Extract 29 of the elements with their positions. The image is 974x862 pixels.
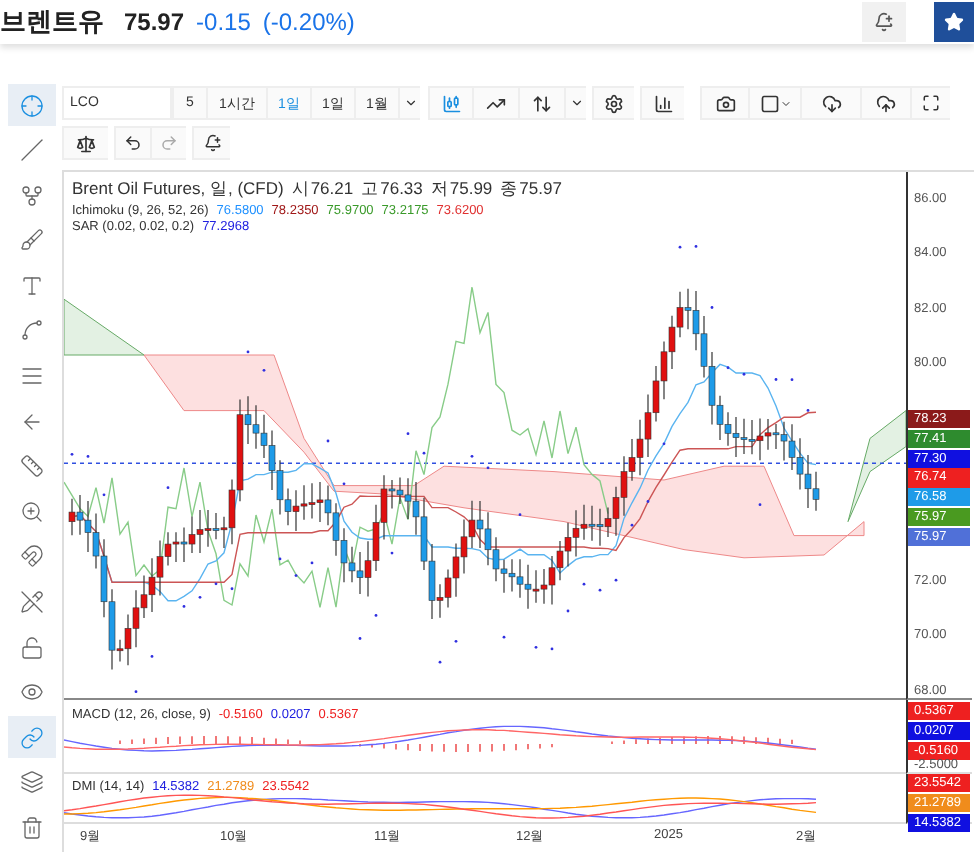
- cloud-download-icon[interactable]: [800, 86, 860, 120]
- indicators-icon[interactable]: [640, 86, 684, 120]
- ohlc-value: 76.21: [310, 178, 354, 202]
- scale-icon[interactable]: [62, 126, 108, 160]
- ohlc-label: 시: [291, 178, 310, 202]
- line-chart-icon[interactable]: [472, 86, 518, 120]
- price-value: 75.97: [124, 8, 185, 36]
- ohlc-label: 고: [361, 178, 380, 202]
- ohlc-value: 75.97: [519, 178, 562, 202]
- price-change: -0.15: [196, 8, 251, 36]
- page-title: 브렌트유: [0, 4, 104, 40]
- ohlc-value: 75.99: [449, 178, 493, 202]
- ohlc-value: 76.33: [380, 178, 423, 202]
- bell-plus-icon: [874, 12, 894, 32]
- camera-icon[interactable]: [700, 86, 748, 120]
- ohlc-label: 종: [500, 178, 519, 202]
- alert-button[interactable]: [862, 2, 906, 42]
- settings-icon[interactable]: [592, 86, 634, 120]
- color-square-icon[interactable]: [748, 86, 800, 120]
- star-icon: [944, 12, 964, 32]
- undo-icon[interactable]: [114, 126, 150, 160]
- watchlist-button[interactable]: [934, 2, 974, 42]
- cloud-upload-icon[interactable]: [860, 86, 910, 120]
- alert-icon[interactable]: [192, 126, 230, 160]
- ohlc-label: 저: [430, 178, 449, 202]
- chart-title: Brent Oil Futures, 일, (CFD): [72, 178, 284, 202]
- link-tool-icon[interactable]: [7, 716, 55, 759]
- price-change-percent: (-0.20%): [262, 8, 355, 36]
- fullscreen-icon[interactable]: [910, 86, 950, 120]
